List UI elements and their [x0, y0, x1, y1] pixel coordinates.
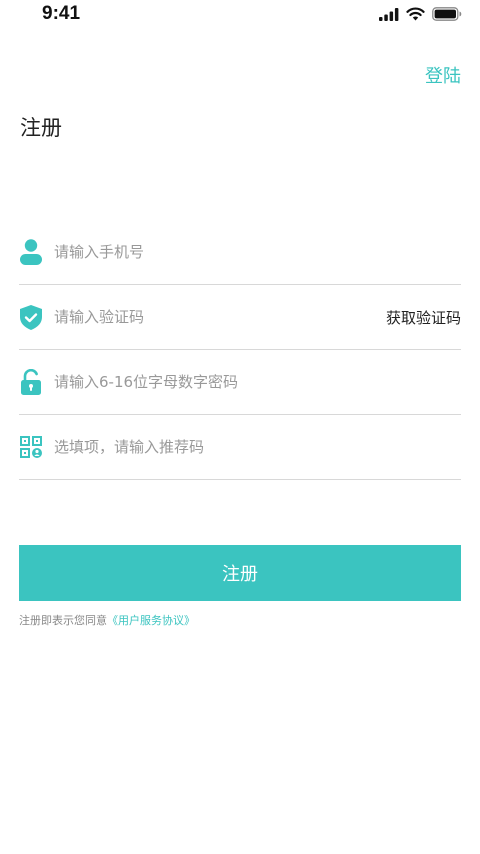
- register-form: 获取验证码: [19, 220, 461, 480]
- agreement-text: 注册即表示您同意《用户服务协议》: [19, 612, 195, 628]
- code-input[interactable]: [54, 308, 386, 326]
- battery-icon: [432, 6, 462, 25]
- wifi-icon: [406, 6, 425, 25]
- cellular-signal-icon: [379, 6, 399, 25]
- password-field: [19, 350, 461, 415]
- phone-field: [19, 220, 461, 285]
- get-code-button[interactable]: 获取验证码: [386, 307, 461, 328]
- referral-input[interactable]: [54, 438, 461, 456]
- shield-check-icon: [19, 302, 43, 332]
- status-icons: [379, 6, 462, 25]
- page-title: 注册: [20, 116, 62, 140]
- qr-user-icon: [19, 432, 43, 462]
- referral-field: [19, 415, 461, 480]
- register-button[interactable]: 注册: [19, 545, 461, 601]
- code-field: 获取验证码: [19, 285, 461, 350]
- user-agreement-link[interactable]: 《用户服务协议》: [107, 614, 195, 627]
- user-icon: [19, 237, 43, 267]
- password-input[interactable]: [54, 373, 461, 391]
- login-link[interactable]: 登陆: [425, 62, 461, 88]
- agreement-prefix: 注册即表示您同意: [19, 614, 107, 627]
- unlock-icon: [19, 367, 43, 397]
- status-time: 9:41: [42, 3, 81, 24]
- phone-input[interactable]: [54, 243, 461, 261]
- status-bar: 9:41: [0, 0, 480, 30]
